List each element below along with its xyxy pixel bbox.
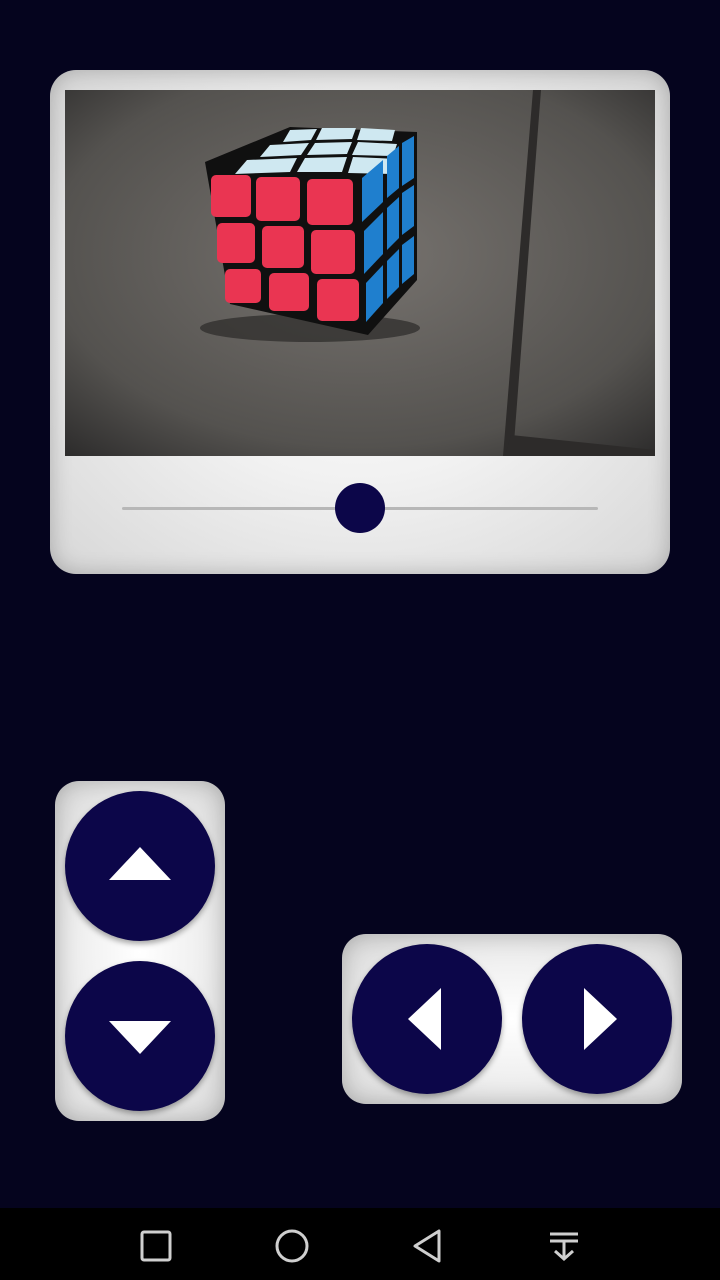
triangle-left-icon	[408, 988, 441, 1050]
triangle-down-icon	[109, 1021, 171, 1054]
move-left-button[interactable]	[352, 944, 502, 1094]
move-up-button[interactable]	[65, 791, 215, 941]
pull-down-icon	[550, 1232, 578, 1262]
triangle-up-icon	[109, 847, 171, 880]
vertical-control-panel	[55, 781, 225, 1121]
back-button[interactable]	[408, 1226, 448, 1266]
move-right-button[interactable]	[522, 944, 672, 1094]
square-icon	[140, 1230, 172, 1262]
recents-button[interactable]	[136, 1226, 176, 1266]
video-panel	[50, 70, 670, 574]
move-down-button[interactable]	[65, 961, 215, 1111]
horizontal-control-panel	[342, 934, 682, 1104]
rubiks-cube-image	[65, 90, 655, 456]
seek-bar-thumb[interactable]	[335, 483, 385, 533]
notifications-pull-down-button[interactable]	[544, 1226, 584, 1266]
system-navigation-bar	[0, 1208, 720, 1280]
triangle-right-icon	[584, 988, 617, 1050]
triangle-back-icon	[413, 1229, 441, 1263]
home-button[interactable]	[272, 1226, 312, 1266]
video-view[interactable]	[65, 90, 655, 456]
circle-icon	[275, 1229, 309, 1263]
